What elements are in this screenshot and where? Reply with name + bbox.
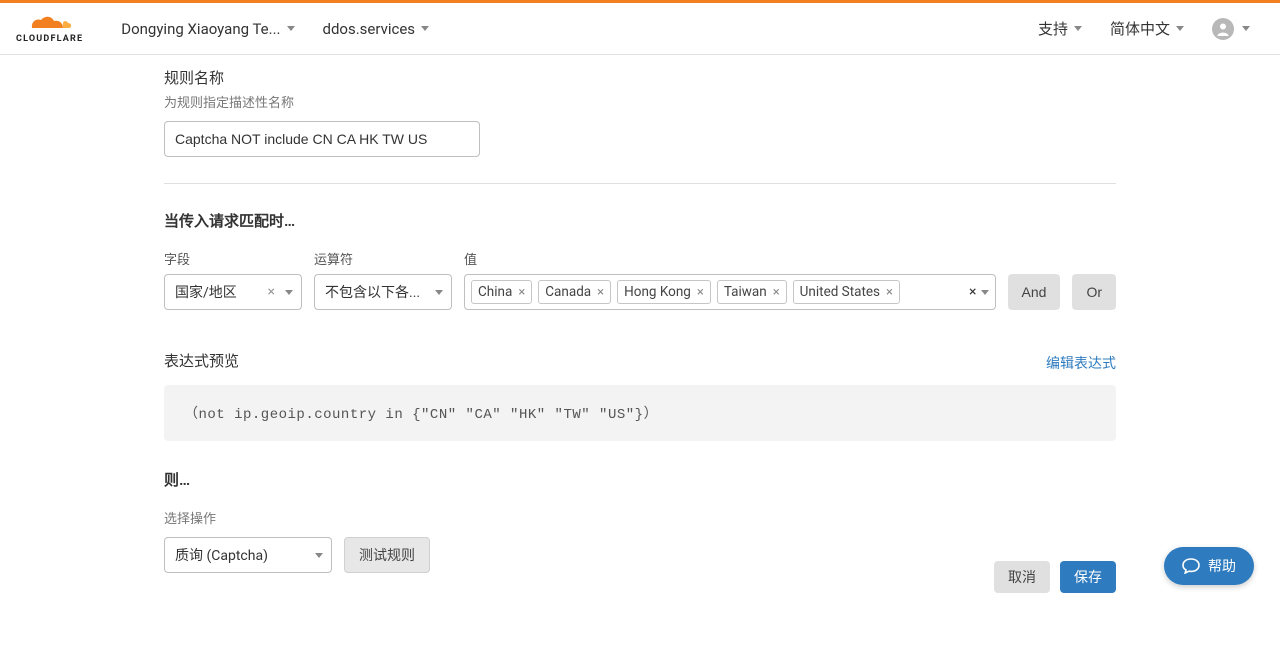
tag-us: United States× [793, 280, 900, 304]
account-name: Dongying Xiaoyang Te... [121, 20, 280, 38]
user-menu[interactable] [1198, 18, 1264, 40]
caret-down-icon [1176, 26, 1184, 31]
expression-preview-label: 表达式预览 [164, 350, 239, 371]
domain-selector[interactable]: ddos.services [309, 20, 444, 38]
cancel-button[interactable]: 取消 [994, 561, 1050, 593]
help-button[interactable]: 帮助 [1164, 547, 1254, 585]
value-multiselect[interactable]: China× Canada× Hong Kong× Taiwan× United… [464, 274, 996, 310]
or-button[interactable]: Or [1072, 274, 1116, 310]
tag-hongkong: Hong Kong× [617, 280, 711, 304]
help-label: 帮助 [1208, 556, 1236, 576]
cloud-icon [27, 13, 73, 33]
match-row: 字段 国家/地区 × 运算符 不包含以下各... 值 China× Canada… [164, 249, 1116, 310]
tag-remove-icon[interactable]: × [697, 285, 704, 300]
tag-china: China× [471, 280, 532, 304]
tag-canada: Canada× [538, 280, 611, 304]
operator-value: 不包含以下各... [325, 282, 431, 302]
caret-down-icon [287, 26, 295, 31]
footer-bar: 取消 保存 [0, 551, 1280, 603]
edit-expression-link[interactable]: 编辑表达式 [1046, 353, 1116, 373]
tag-remove-icon[interactable]: × [518, 285, 525, 300]
save-button[interactable]: 保存 [1060, 561, 1116, 593]
field-column-label: 字段 [164, 249, 302, 268]
support-label: 支持 [1038, 18, 1068, 39]
tag-taiwan: Taiwan× [717, 280, 787, 304]
cloudflare-logo[interactable]: CLOUDFLARE [16, 13, 83, 44]
field-value: 国家/地区 [175, 282, 262, 302]
rule-name-input[interactable] [164, 121, 480, 157]
caret-down-icon [435, 290, 443, 295]
caret-down-icon [285, 290, 293, 295]
chat-icon [1182, 558, 1200, 574]
tag-list: China× Canada× Hong Kong× Taiwan× United… [471, 280, 900, 304]
caret-down-icon [1242, 26, 1250, 31]
language-menu[interactable]: 简体中文 [1096, 18, 1198, 39]
clear-icon[interactable]: × [262, 284, 281, 300]
logo-text: CLOUDFLARE [16, 34, 83, 44]
header: CLOUDFLARE Dongying Xiaoyang Te... ddos.… [0, 3, 1280, 55]
rule-name-label: 规则名称 [164, 67, 1116, 88]
operator-select[interactable]: 不包含以下各... [314, 274, 452, 310]
avatar-icon [1212, 18, 1234, 40]
field-select[interactable]: 国家/地区 × [164, 274, 302, 310]
tag-remove-icon[interactable]: × [597, 285, 604, 300]
value-column-label: 值 [464, 249, 996, 268]
support-menu[interactable]: 支持 [1024, 18, 1096, 39]
match-section-title: 当传入请求匹配时… [164, 210, 1116, 231]
and-button[interactable]: And [1008, 274, 1061, 310]
tag-remove-icon[interactable]: × [886, 285, 893, 300]
caret-down-icon [1074, 26, 1082, 31]
caret-down-icon [421, 26, 429, 31]
action-section-title: 则… [164, 469, 1116, 490]
language-label: 简体中文 [1110, 18, 1170, 39]
action-sub: 选择操作 [164, 508, 1116, 527]
expression-preview-code: （not ip.geoip.country in {"CN" "CA" "HK"… [164, 385, 1116, 441]
clear-all-icon[interactable]: × [969, 284, 976, 300]
divider [164, 183, 1116, 184]
account-selector[interactable]: Dongying Xiaoyang Te... [107, 20, 308, 38]
operator-column-label: 运算符 [314, 249, 452, 268]
caret-down-icon [981, 290, 989, 295]
domain-name: ddos.services [323, 20, 416, 38]
tag-remove-icon[interactable]: × [773, 285, 780, 300]
rule-name-sub: 为规则指定描述性名称 [164, 92, 1116, 111]
